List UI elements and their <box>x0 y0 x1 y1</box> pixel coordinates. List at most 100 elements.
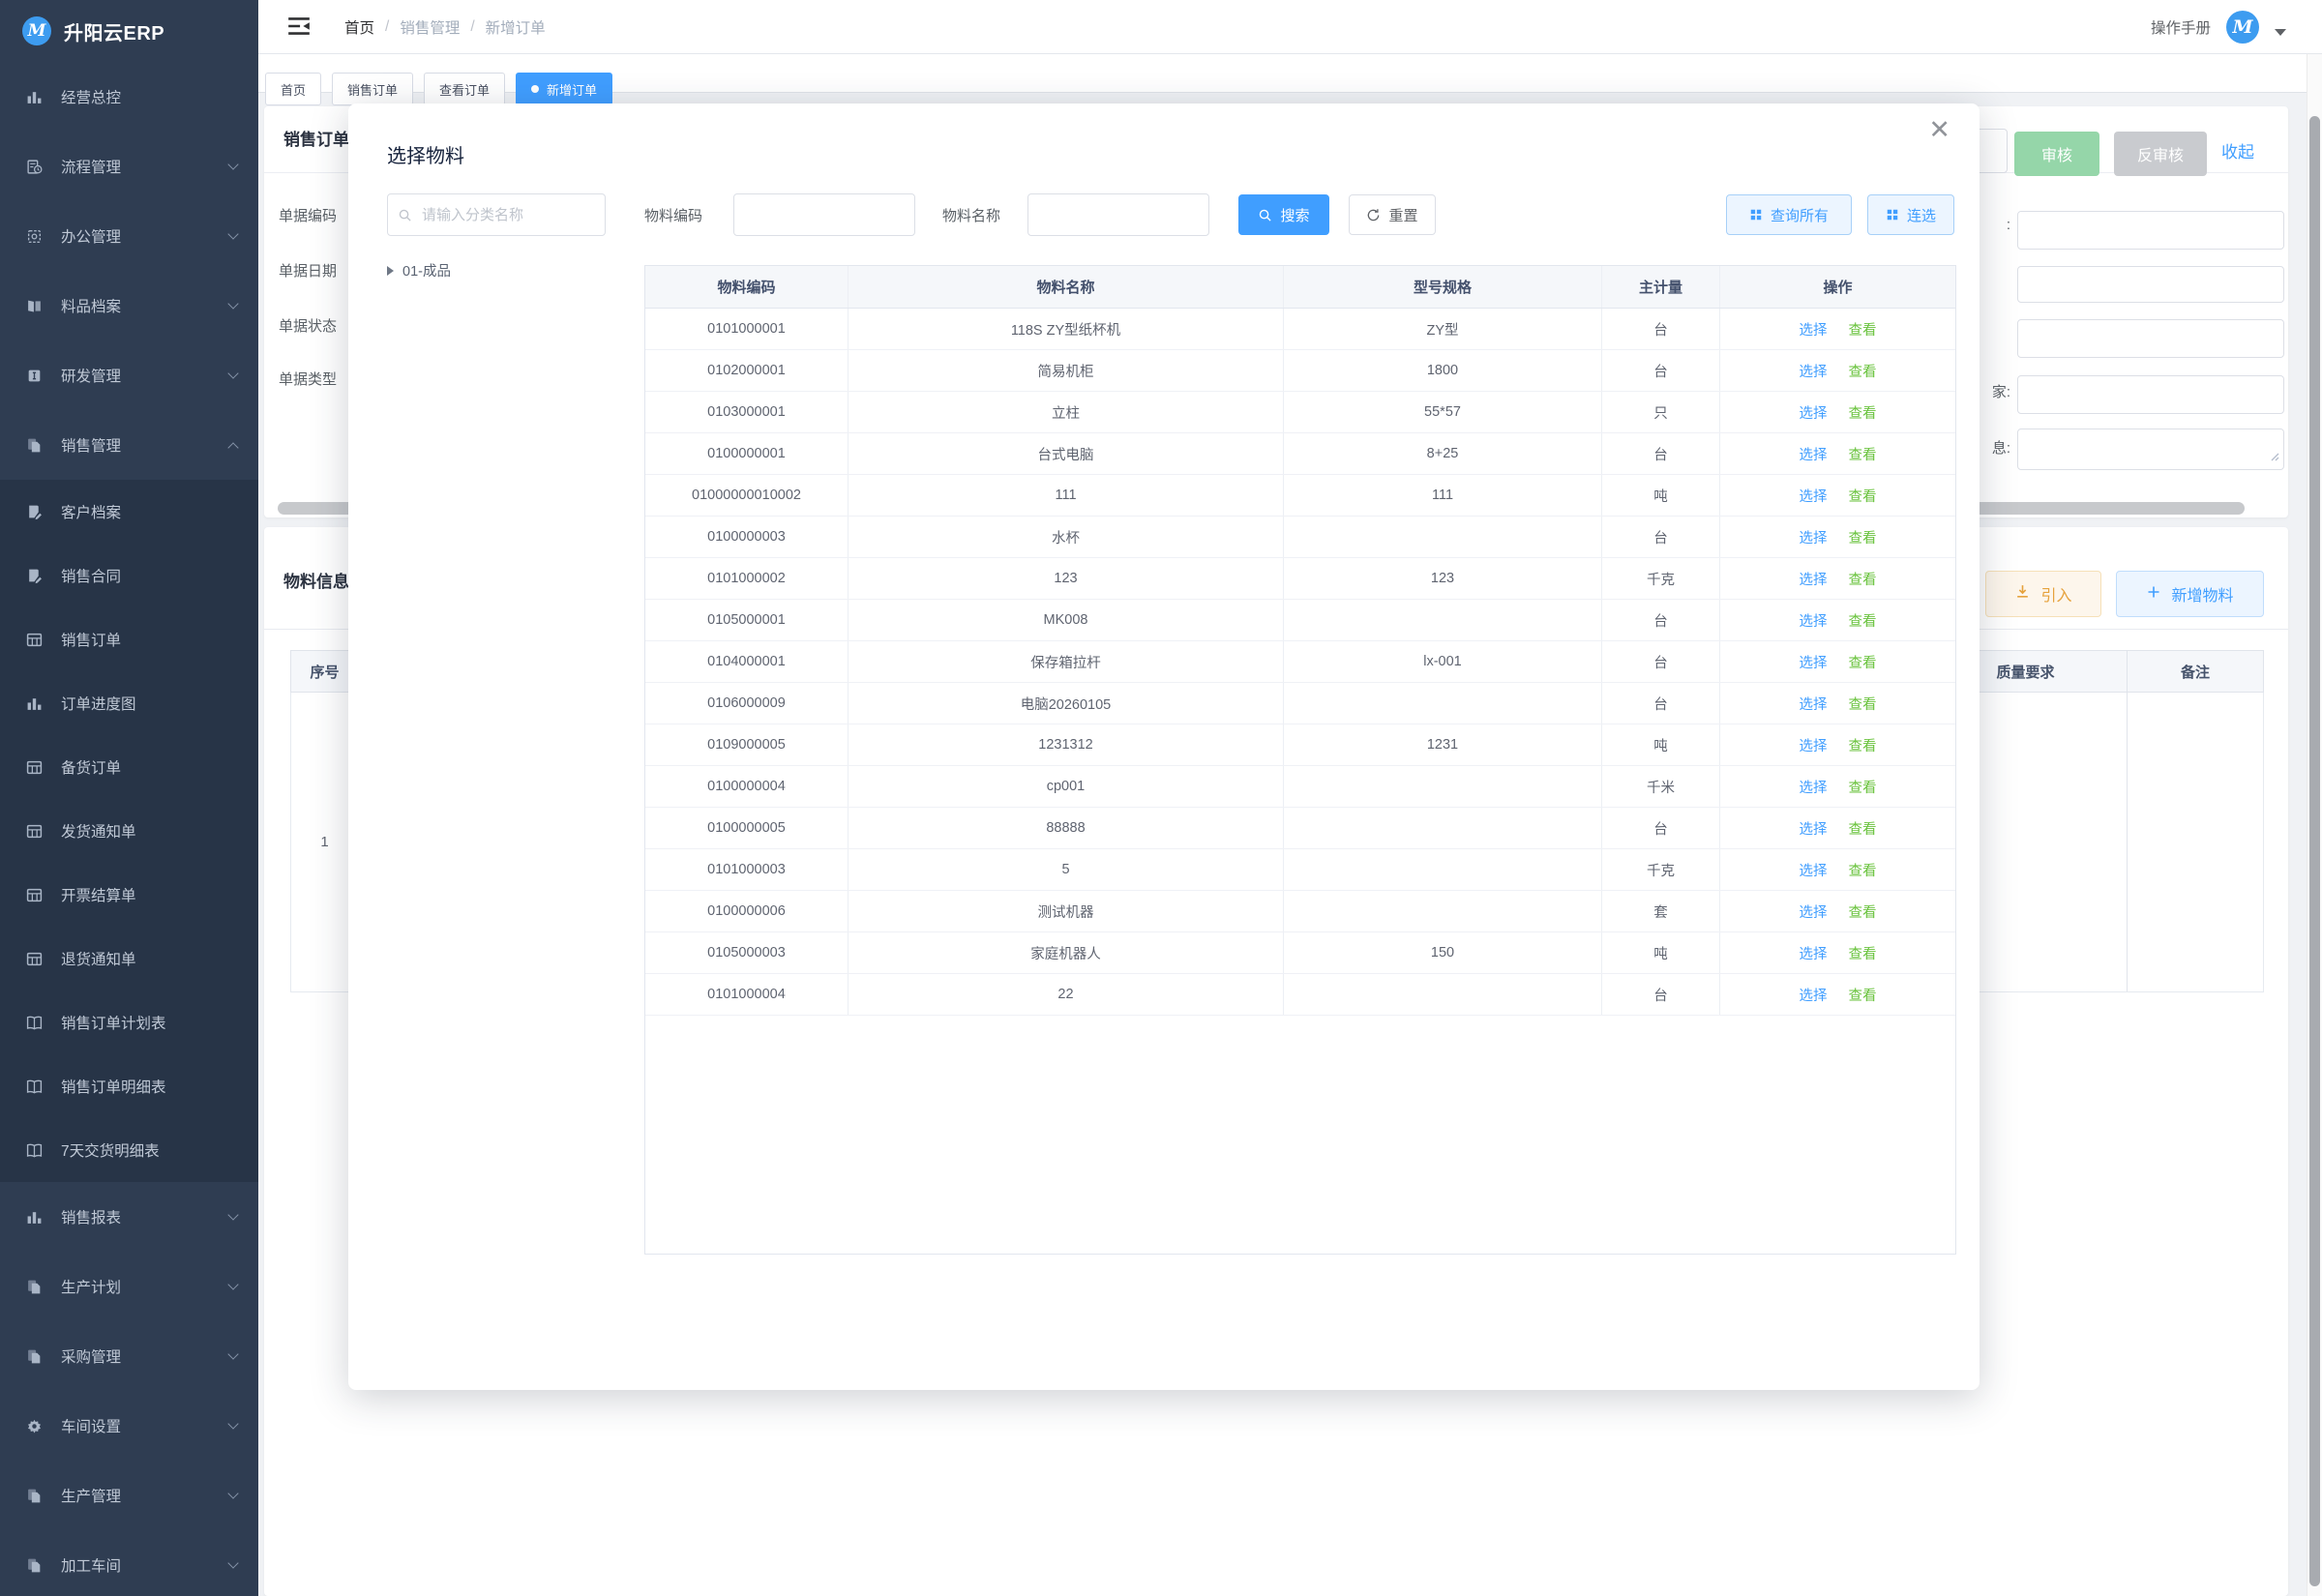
sidebar-item-开票结算单[interactable]: 开票结算单 <box>0 863 258 927</box>
right-field-3[interactable] <box>2017 319 2284 358</box>
view-link[interactable]: 查看 <box>1849 901 1877 922</box>
vertical-scrollbar-track[interactable] <box>2307 54 2322 1596</box>
view-link[interactable]: 查看 <box>1849 818 1877 839</box>
category-search-input[interactable] <box>387 193 606 236</box>
select-link[interactable]: 选择 <box>1800 361 1828 381</box>
select-link[interactable]: 选择 <box>1800 985 1828 1005</box>
select-link[interactable]: 选择 <box>1800 527 1828 547</box>
sidebar-item-办公管理[interactable]: 办公管理 <box>0 201 258 271</box>
sidebar-item-生产计划[interactable]: 生产计划 <box>0 1252 258 1321</box>
view-link[interactable]: 查看 <box>1849 361 1877 381</box>
view-link[interactable]: 查看 <box>1849 569 1877 589</box>
tab-新增订单[interactable]: 新增订单 <box>516 73 612 105</box>
remark-textarea[interactable] <box>2017 429 2284 470</box>
select-link[interactable]: 选择 <box>1800 402 1828 423</box>
resize-handle-icon[interactable] <box>2268 449 2279 466</box>
material-code-input[interactable] <box>733 193 915 236</box>
sidebar-item-生产管理[interactable]: 生产管理 <box>0 1461 258 1530</box>
add-material-button[interactable]: 新增物料 <box>2116 571 2264 617</box>
tab-查看订单[interactable]: 查看订单 <box>424 73 505 105</box>
category-search-field[interactable] <box>420 206 595 224</box>
col-header-spec: 型号规格 <box>1284 266 1602 308</box>
table-grid-icon <box>26 823 43 840</box>
manual-link[interactable]: 操作手册 <box>2151 16 2211 38</box>
sidebar-item-采购管理[interactable]: 采购管理 <box>0 1321 258 1391</box>
view-link[interactable]: 查看 <box>1849 777 1877 797</box>
material-table-row: 0105000003 家庭机器人 150 吨 选择 查看 <box>645 932 1955 974</box>
cell-material-name: 111 <box>848 475 1284 516</box>
view-link[interactable]: 查看 <box>1849 652 1877 672</box>
select-link[interactable]: 选择 <box>1800 818 1828 839</box>
select-link[interactable]: 选择 <box>1800 610 1828 631</box>
vertical-scrollbar-thumb[interactable] <box>2309 116 2320 1586</box>
view-link[interactable]: 查看 <box>1849 610 1877 631</box>
breadcrumb-home[interactable]: 首页 <box>344 16 374 38</box>
view-link[interactable]: 查看 <box>1849 402 1877 423</box>
open-book-icon <box>26 1015 43 1031</box>
import-button[interactable]: 引入 <box>1985 571 2101 617</box>
select-link[interactable]: 选择 <box>1800 444 1828 464</box>
sidebar-item-经营总控[interactable]: 经营总控 <box>0 62 258 132</box>
audit-button[interactable]: 审核 <box>2014 132 2099 176</box>
select-link[interactable]: 选择 <box>1800 569 1828 589</box>
sidebar-item-加工车间[interactable]: 加工车间 <box>0 1530 258 1596</box>
tab-销售订单[interactable]: 销售订单 <box>332 73 413 105</box>
close-icon[interactable]: ✕ <box>1928 117 1950 143</box>
view-link[interactable]: 查看 <box>1849 985 1877 1005</box>
view-link[interactable]: 查看 <box>1849 486 1877 506</box>
sidebar-item-销售订单明细表[interactable]: 销售订单明细表 <box>0 1054 258 1118</box>
tree-node-finished-goods[interactable]: 01-成品 <box>387 260 451 281</box>
search-button[interactable]: 搜索 <box>1238 194 1329 235</box>
sidebar-item-销售管理[interactable]: 销售管理 <box>0 410 258 480</box>
avatar[interactable]: M <box>2226 11 2259 44</box>
sidebar-item-客户档案[interactable]: 客户档案 <box>0 480 258 544</box>
select-link[interactable]: 选择 <box>1800 777 1828 797</box>
select-link[interactable]: 选择 <box>1800 319 1828 340</box>
view-link[interactable]: 查看 <box>1849 444 1877 464</box>
select-link[interactable]: 选择 <box>1800 694 1828 714</box>
collapse-link[interactable]: 收起 <box>2221 138 2254 163</box>
sidebar-item-发货通知单[interactable]: 发货通知单 <box>0 799 258 863</box>
sidebar-item-车间设置[interactable]: 车间设置 <box>0 1391 258 1461</box>
select-link[interactable]: 选择 <box>1800 735 1828 755</box>
view-link[interactable]: 查看 <box>1849 943 1877 963</box>
breadcrumb-sales[interactable]: 销售管理 <box>400 16 460 38</box>
chevron-down-icon[interactable] <box>2275 29 2286 36</box>
view-link[interactable]: 查看 <box>1849 735 1877 755</box>
view-link[interactable]: 查看 <box>1849 860 1877 880</box>
sidebar-item-流程管理[interactable]: 流程管理 <box>0 132 258 201</box>
sidebar-item-销售订单[interactable]: 销售订单 <box>0 607 258 671</box>
sidebar-item-备货订单[interactable]: 备货订单 <box>0 735 258 799</box>
material-name-input[interactable] <box>1027 193 1209 236</box>
sidebar-item-销售订单计划表[interactable]: 销售订单计划表 <box>0 990 258 1054</box>
unaudit-button[interactable]: 反审核 <box>2114 132 2207 176</box>
select-link[interactable]: 选择 <box>1800 860 1828 880</box>
tab-首页[interactable]: 首页 <box>265 73 321 105</box>
chain-select-button[interactable]: 连选 <box>1867 194 1954 235</box>
query-all-button[interactable]: 查询所有 <box>1726 194 1852 235</box>
sidebar-item-7天交货明细表[interactable]: 7天交货明细表 <box>0 1118 258 1182</box>
right-field-4[interactable] <box>2017 375 2284 414</box>
sidebar-item-销售报表[interactable]: 销售报表 <box>0 1182 258 1252</box>
top-header: 首页 / 销售管理 / 新增订单 操作手册 M <box>258 0 2322 54</box>
sidebar-item-销售合同[interactable]: 销售合同 <box>0 544 258 607</box>
view-link[interactable]: 查看 <box>1849 319 1877 340</box>
reset-button[interactable]: 重置 <box>1349 194 1436 235</box>
right-field-2[interactable] <box>2017 266 2284 303</box>
view-link[interactable]: 查看 <box>1849 527 1877 547</box>
sidebar-item-订单进度图[interactable]: 订单进度图 <box>0 671 258 735</box>
right-field-1[interactable] <box>2017 211 2284 250</box>
select-link[interactable]: 选择 <box>1800 486 1828 506</box>
cell-spec <box>1284 891 1602 931</box>
sidebar-item-退货通知单[interactable]: 退货通知单 <box>0 927 258 990</box>
pages-icon <box>26 1348 43 1365</box>
sidebar-item-料品档案[interactable]: 料品档案 <box>0 271 258 340</box>
view-link[interactable]: 查看 <box>1849 694 1877 714</box>
sidebar-item-研发管理[interactable]: 研发管理 <box>0 340 258 410</box>
select-link[interactable]: 选择 <box>1800 943 1828 963</box>
cell-material-name: 保存箱拉杆 <box>848 641 1284 682</box>
collapse-sidebar-icon[interactable] <box>286 15 312 37</box>
row-remark-cell[interactable] <box>2128 693 2263 991</box>
select-link[interactable]: 选择 <box>1800 652 1828 672</box>
select-link[interactable]: 选择 <box>1800 901 1828 922</box>
